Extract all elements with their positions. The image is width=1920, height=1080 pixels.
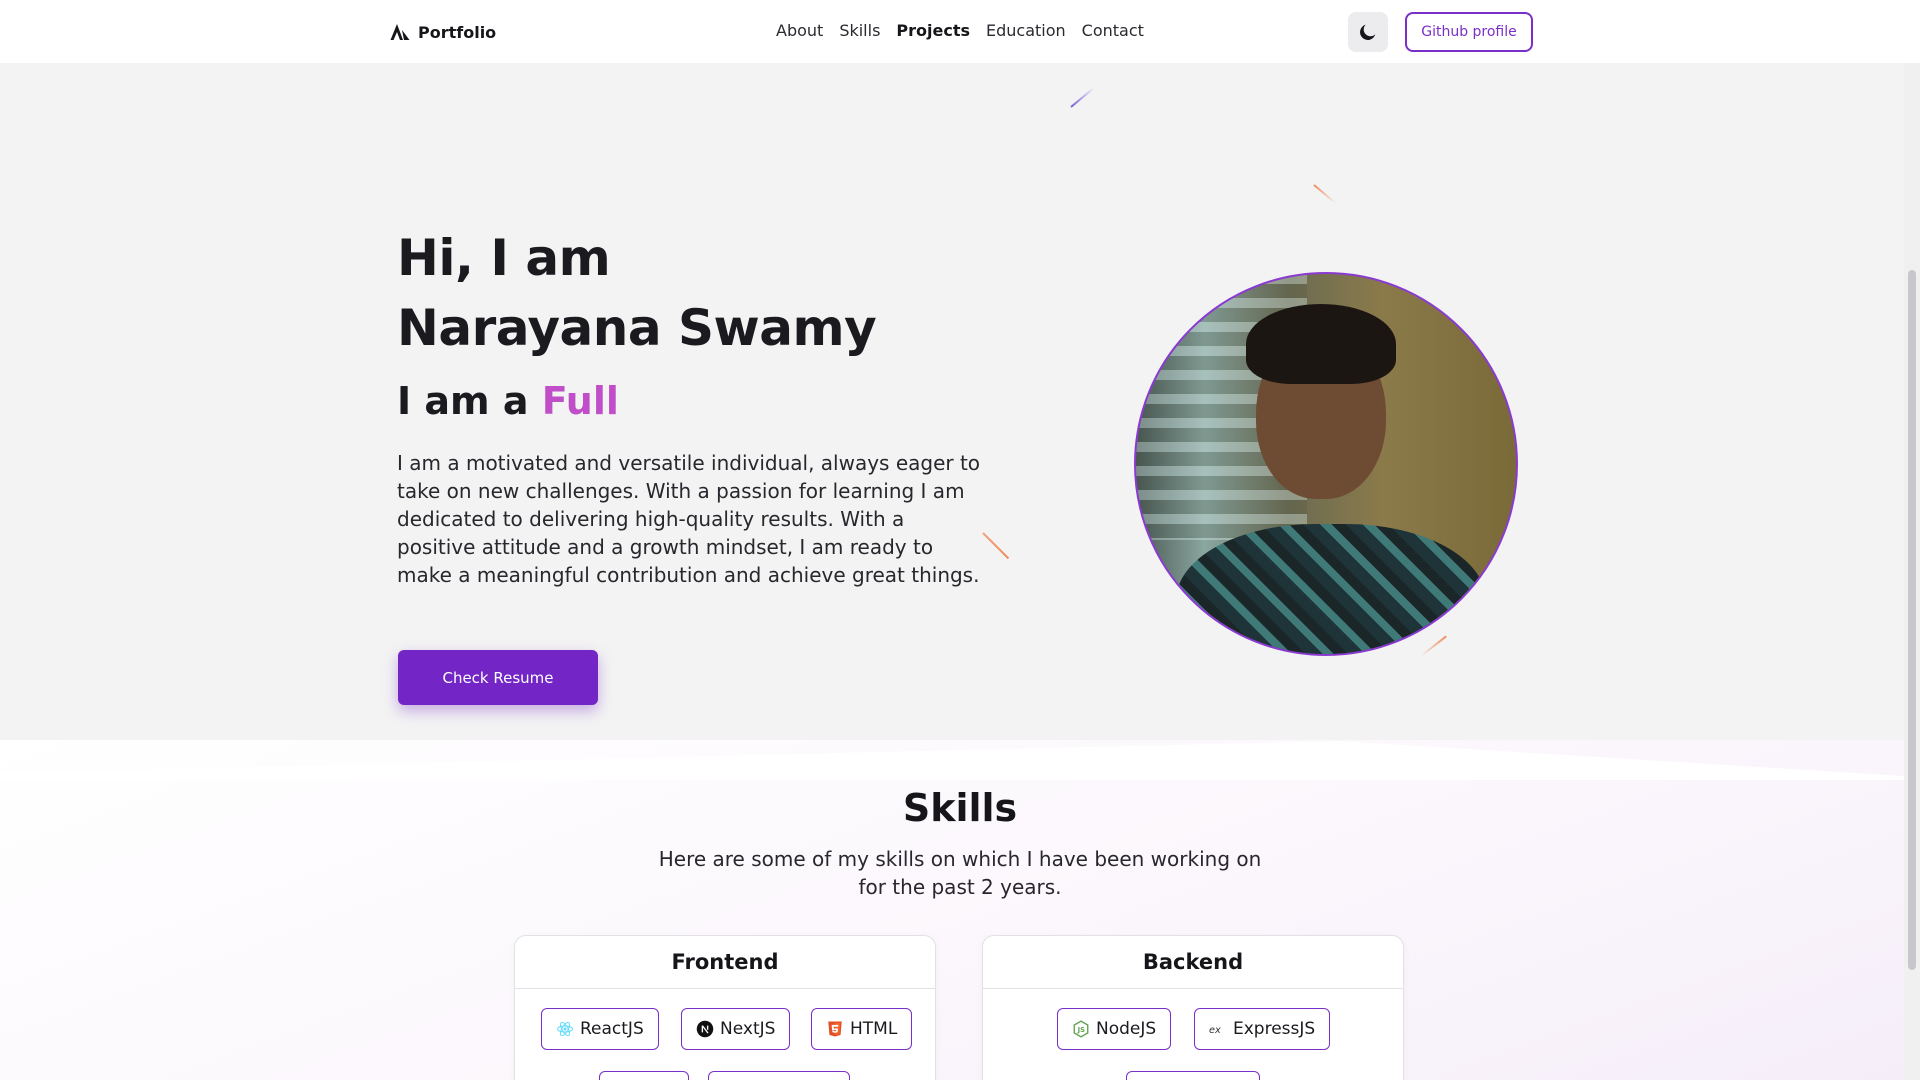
- triangle-logo-icon: [390, 24, 410, 40]
- svg-text:ex: ex: [1209, 1025, 1221, 1036]
- photo-hair: [1246, 304, 1396, 384]
- skill-chip-expressjs[interactable]: ex ExpressJS: [1194, 1008, 1331, 1050]
- role-typewriter: I am a Full: [397, 379, 619, 423]
- skill-chip-label: NodeJS: [1096, 1019, 1157, 1039]
- nav-link-contact[interactable]: Contact: [1082, 20, 1144, 42]
- github-profile-button[interactable]: Github profile: [1405, 12, 1533, 52]
- skill-card-backend: Backend JS NodeJS ex ExpressJS: [982, 935, 1404, 1080]
- page-scrollbar[interactable]: [1904, 0, 1920, 1080]
- section-divider-wave: [0, 741, 1920, 780]
- skill-chip-label: ReactJS: [580, 1019, 644, 1039]
- react-icon: [557, 1021, 573, 1037]
- skill-card-title: Frontend: [515, 936, 935, 989]
- svg-text:JS: JS: [1077, 1026, 1086, 1034]
- top-navbar: Portfolio About Skills Projects Educatio…: [0, 0, 1920, 63]
- nav-link-skills[interactable]: Skills: [839, 20, 880, 42]
- nextjs-icon: [696, 1020, 714, 1038]
- skill-chip-nextjs[interactable]: NextJS: [681, 1008, 791, 1050]
- hero-name: Narayana Swamy: [397, 299, 877, 357]
- nav-link-education[interactable]: Education: [986, 20, 1066, 42]
- photo-shirt: [1176, 524, 1486, 654]
- skill-chip-nodejs[interactable]: JS NodeJS: [1057, 1008, 1172, 1050]
- skill-chip-partial[interactable]: [1126, 1071, 1260, 1080]
- moon-icon: [1360, 24, 1376, 40]
- hero-section: Hi, I am Narayana Swamy I am a Full I am…: [0, 63, 1920, 783]
- skill-chip-label: NextJS: [720, 1019, 776, 1039]
- skill-card-frontend: Frontend ReactJS NextJS HTML: [514, 935, 936, 1080]
- skills-heading: Skills: [902, 786, 1018, 830]
- decorative-streak: [1313, 184, 1337, 204]
- skill-chip-partial[interactable]: [599, 1071, 689, 1080]
- expressjs-icon: ex: [1209, 1025, 1221, 1036]
- skills-description: Here are some of my skills on which I ha…: [658, 847, 1262, 899]
- hero-bio: I am a motivated and versatile individua…: [397, 451, 981, 587]
- profile-photo: [1134, 272, 1518, 656]
- role-prefix: I am a: [397, 379, 542, 423]
- check-resume-button[interactable]: Check Resume: [398, 650, 598, 705]
- skill-chip-html[interactable]: HTML: [811, 1008, 913, 1050]
- skill-chip-partial[interactable]: [708, 1071, 850, 1080]
- portfolio-page: Portfolio About Skills Projects Educatio…: [0, 0, 1920, 1080]
- hero-greeting-line-1: Hi, I am: [397, 229, 611, 287]
- skill-chip-label: HTML: [850, 1019, 898, 1039]
- decorative-streak: [1070, 86, 1095, 108]
- main-nav: About Skills Projects Education Contact: [776, 20, 1144, 42]
- skill-chip-reactjs[interactable]: ReactJS: [541, 1008, 659, 1050]
- skill-chip-label: ExpressJS: [1233, 1019, 1316, 1039]
- scrollbar-thumb[interactable]: [1908, 270, 1916, 970]
- skill-card-title: Backend: [983, 936, 1403, 989]
- nodejs-icon: JS: [1073, 1020, 1089, 1038]
- brand-name: Portfolio: [418, 22, 497, 42]
- html5-icon: [828, 1021, 842, 1037]
- hero-heading: Hi, I am Narayana Swamy: [397, 223, 1097, 363]
- theme-toggle-button[interactable]: [1348, 12, 1388, 52]
- nav-link-about[interactable]: About: [776, 20, 823, 42]
- brand-logo-link[interactable]: Portfolio: [390, 21, 496, 43]
- nav-link-projects[interactable]: Projects: [896, 20, 970, 42]
- role-highlight: Full: [541, 379, 619, 423]
